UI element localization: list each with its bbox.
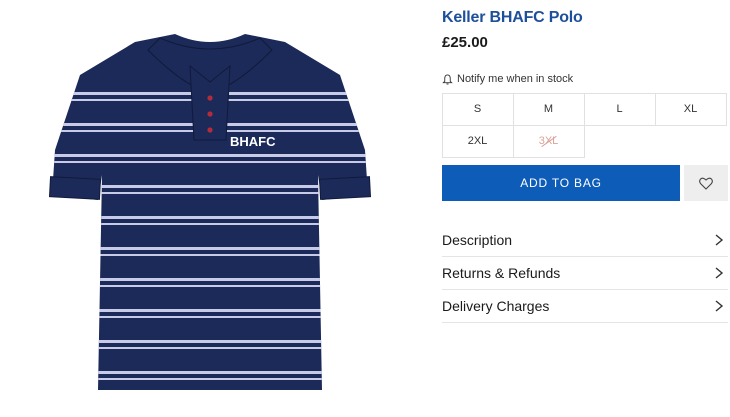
size-label: L [616,103,623,115]
shirt-stripe [52,378,368,380]
accordion-delivery-charges[interactable]: Delivery Charges [442,290,728,323]
shirt-stripe [52,285,368,287]
shirt-stripe [52,371,368,374]
shirt-stripe [52,278,368,281]
shirt-stripe [52,161,368,163]
add-to-bag-button[interactable]: ADD TO BAG [442,165,680,201]
bag-actions: ADD TO BAG [442,165,728,201]
shirt-stripe [52,340,368,343]
notify-me-link[interactable]: Notify me when in stock [442,73,573,85]
accordion-description[interactable]: Description [442,224,728,257]
wishlist-button[interactable] [684,165,728,201]
accordion-label: Description [442,232,513,248]
size-option-s[interactable]: S [441,92,514,126]
size-label: 2XL [467,135,488,147]
size-option-m[interactable]: M [512,92,585,126]
size-option-xl[interactable]: XL [654,92,727,126]
shirt-stripe [52,316,368,318]
notify-me-label: Notify me when in stock [457,73,574,85]
product-image[interactable]: BHAFC [0,0,420,417]
shirt-stripe [52,216,368,219]
chevron-right-icon [715,300,724,312]
size-label: XL [683,103,698,115]
shirt-stripe [52,347,368,349]
size-option-3xl[interactable]: 3XL [512,124,585,158]
product-info-accordion: Description Returns & Refunds Delivery C… [442,224,728,323]
shirt-logo: BHAFC [230,134,276,149]
shirt-stripe [52,154,368,157]
size-label: S [473,103,482,115]
accordion-returns-refunds[interactable]: Returns & Refunds [442,257,728,290]
size-selector: S M L XL 2XL 3XL [441,92,728,158]
product-price: £25.00 [442,34,488,51]
chevron-right-icon [715,234,724,246]
polo-shirt-image: BHAFC [48,34,372,390]
accordion-label: Returns & Refunds [442,265,561,281]
size-option-l[interactable]: L [583,92,656,126]
bell-icon [442,73,453,85]
size-option-2xl[interactable]: 2XL [441,124,514,158]
shirt-stripe [52,247,368,250]
product-title: Keller BHAFC Polo [442,9,583,26]
accordion-label: Delivery Charges [442,298,550,314]
shirt-stripe [52,223,368,225]
heart-icon [699,177,713,190]
size-label: M [543,103,554,115]
shirt-stripe [52,254,368,256]
chevron-right-icon [715,267,724,279]
shirt-stripe [52,309,368,312]
